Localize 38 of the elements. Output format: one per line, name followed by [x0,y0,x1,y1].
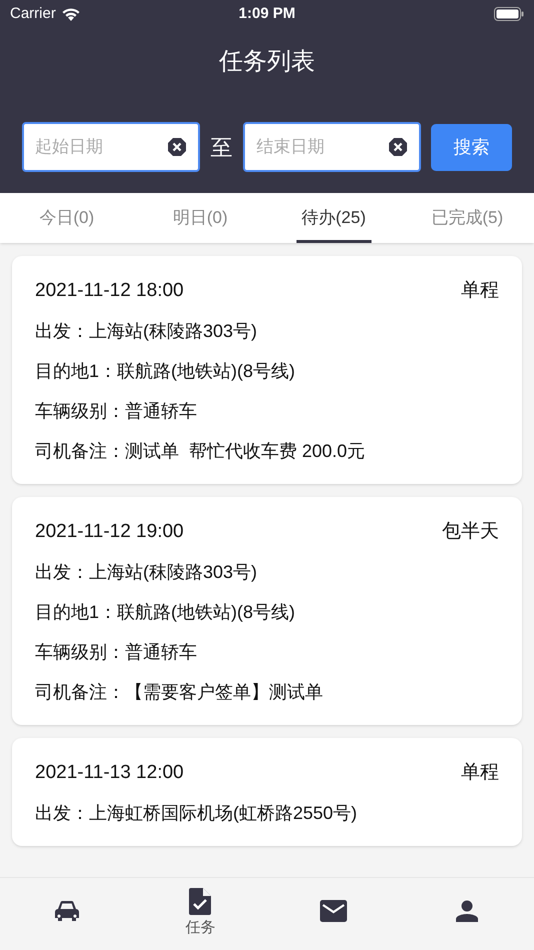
wifi-icon [60,6,81,22]
carrier-label: Carrier [10,4,56,24]
clear-icon[interactable] [166,137,187,157]
task-detail: 目的地1：联航路(地铁站)(8号线) [35,601,296,624]
trip-type: 单程 [461,278,499,303]
mail-icon [320,900,348,922]
task-card[interactable]: 2021-11-12 18:00 单程 出发：上海站(秣陵路303号) 目的地1：联航路(地铁站)(8号线) 车辆级别：普通轿车 司机备注：测试单 帮忙代收车费 200.0元 [12,256,522,484]
task-detail: 目的地1：联航路(地铁站)(8号线) [35,360,296,383]
task-detail: 出发：上海站(秣陵路303号) [35,320,258,343]
page-title: 任务列表 [219,47,315,77]
task-card[interactable]: 2021-11-13 12:00 单程 出发：上海虹桥国际机场(虹桥路2550号) [12,738,522,846]
task-detail: 车辆级别：普通轿车 [35,641,198,664]
trip-type: 单程 [461,760,499,785]
tab-bar-item[interactable]: 任务 [134,878,267,950]
filter-tab[interactable]: 明日(0) [134,193,267,243]
separator-label: 至 [210,134,234,162]
task-detail: 出发：上海站(秣陵路303号) [35,561,258,584]
task-card[interactable]: 2021-11-12 19:00 包半天 出发：上海站(秣陵路303号) 目的地1：联航路(地铁站)(8号线) 车辆级别：普通轿车 司机备注：【需要客户签单】测试单 [12,497,522,725]
battery-icon [494,7,524,21]
start-date-field[interactable]: 起始日期 [22,122,200,172]
task-detail: 出发：上海虹桥国际机场(虹桥路2550号) [35,802,358,825]
trip-type: 包半天 [442,520,499,544]
task-time: 2021-11-12 18:00 [35,278,184,303]
document-check-icon [189,888,212,915]
task-detail: 司机备注：【需要客户签单】测试单 [35,681,324,704]
task-detail: 司机备注：测试单 帮忙代收车费 200.0元 [35,440,366,463]
car-icon [54,900,80,922]
clock: 1:09 PM [238,4,296,24]
task-time: 2021-11-13 12:00 [35,760,184,785]
person-icon [456,900,478,922]
clear-icon[interactable] [388,137,408,157]
search-button[interactable]: 搜索 [431,124,512,170]
filter-tab[interactable]: 今日(0) [0,193,134,243]
end-date-field[interactable]: 结束日期 [243,122,422,172]
filter-tab[interactable]: 待办(25) [267,193,400,243]
filter-tab[interactable]: 已完成(5) [400,193,534,243]
task-time: 2021-11-12 19:00 [35,520,184,544]
task-detail: 车辆级别：普通轿车 [35,400,198,423]
